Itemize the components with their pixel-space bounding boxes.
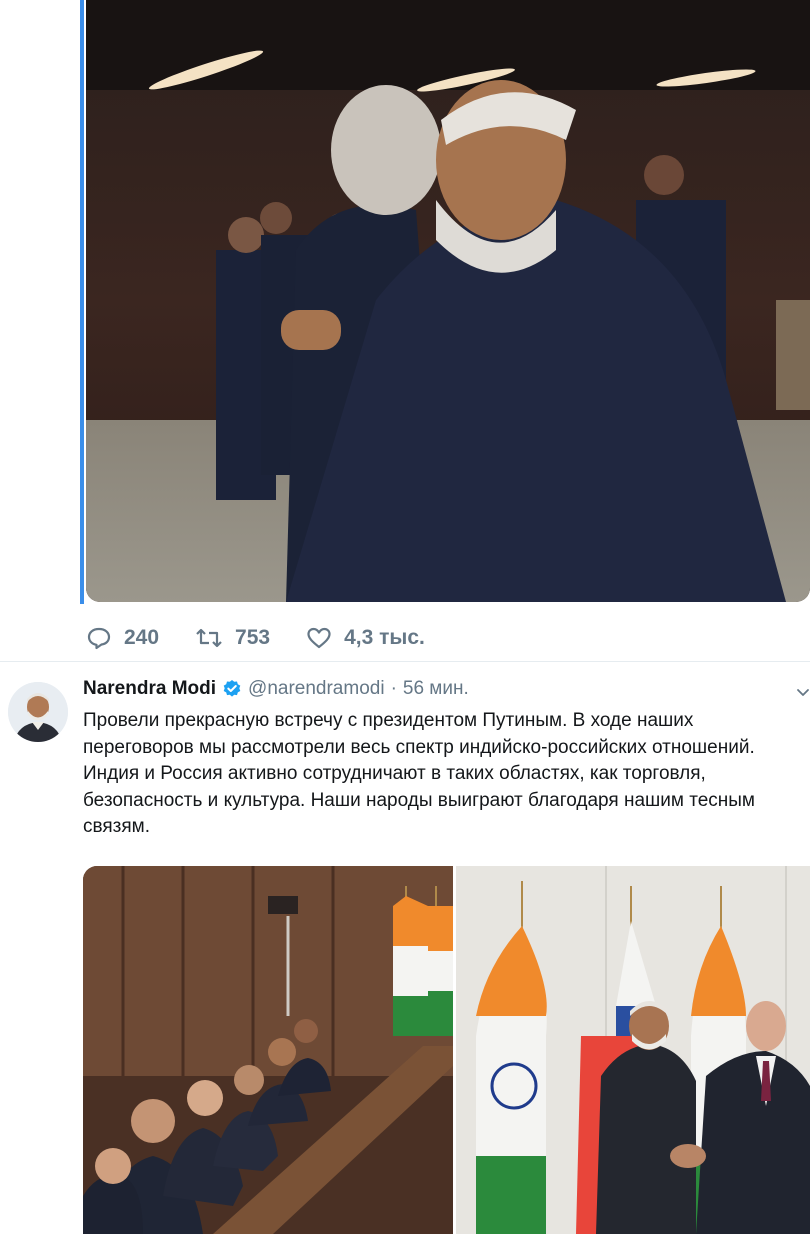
author-name[interactable]: Narendra Modi [83, 678, 216, 700]
reply-icon [87, 627, 111, 650]
tweet-timestamp[interactable]: 56 мин. [403, 678, 469, 700]
chevron-down-icon[interactable] [796, 686, 810, 700]
tweet-photo-handshake[interactable] [456, 866, 810, 1234]
tweet-photo-meeting[interactable] [83, 866, 453, 1234]
retweet-count: 753 [235, 626, 271, 649]
like-count: 4,3 тыс. [344, 626, 425, 649]
reply-button[interactable]: 240 [86, 626, 159, 650]
reply-count: 240 [124, 626, 160, 649]
author-handle[interactable]: @narendramodi [248, 678, 385, 700]
header-separator: · [390, 678, 397, 699]
thread-connector-line [80, 0, 84, 604]
previous-tweet-photo[interactable] [86, 0, 810, 602]
like-button[interactable]: 4,3 тыс. [306, 626, 425, 650]
tweet-action-bar: 240 753 4,3 тыс. [86, 618, 461, 658]
retweet-button[interactable]: 753 [195, 626, 270, 650]
tweet-header: Narendra Modi @narendramodi · 56 мин. [83, 678, 469, 700]
tweet-text: Провели прекрасную встречу с президентом… [83, 710, 755, 837]
tweet-media-grid [83, 866, 810, 1234]
tweet-divider [0, 661, 810, 662]
avatar[interactable] [8, 682, 68, 742]
heart-icon [307, 627, 331, 649]
retweet-icon [196, 628, 222, 648]
verified-badge-icon [222, 679, 242, 699]
